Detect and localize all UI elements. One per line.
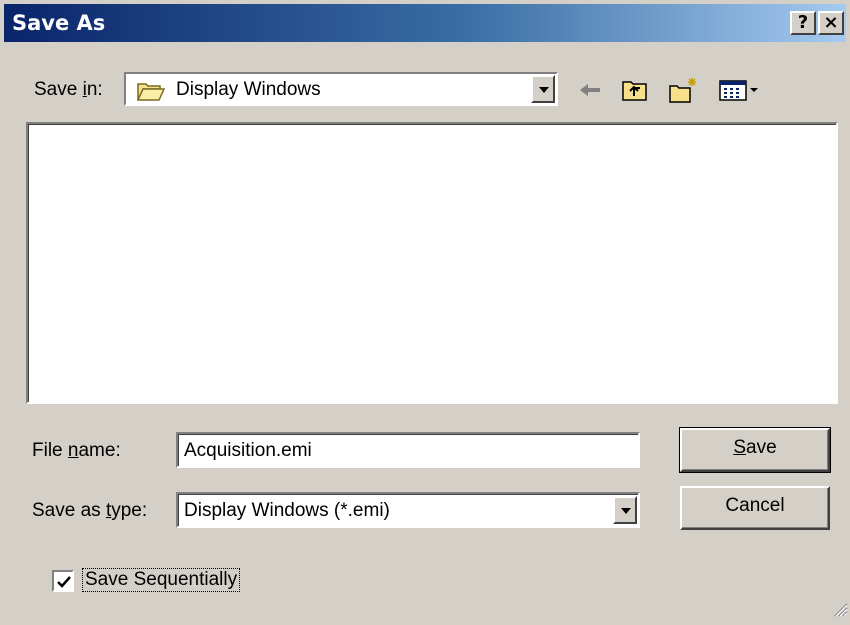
up-folder-icon[interactable] — [620, 76, 650, 104]
save-as-type-value: Display Windows (*.emi) — [184, 500, 390, 521]
folder-icon — [136, 80, 166, 108]
save-as-dialog: Save As ? × Save in: Display Windows Fil… — [0, 0, 850, 625]
close-button[interactable]: × — [818, 11, 844, 35]
save-sequentially-label[interactable]: Save Sequentially — [82, 568, 241, 592]
resize-grip-icon[interactable] — [830, 599, 848, 623]
save-as-type-dropdown-button[interactable] — [613, 496, 637, 524]
save-in-value: Display Windows — [176, 79, 321, 100]
view-menu-icon[interactable] — [718, 76, 766, 104]
file-list[interactable] — [26, 122, 838, 404]
save-in-dropdown-button[interactable] — [531, 75, 555, 103]
save-as-type-label: Save as type: — [32, 500, 148, 521]
file-name-label: File name: — [32, 440, 121, 461]
save-in-label: Save in: — [34, 79, 103, 100]
new-folder-icon[interactable] — [668, 76, 698, 104]
title-bar[interactable]: Save As ? × — [4, 4, 846, 42]
help-button[interactable]: ? — [790, 11, 816, 35]
chevron-down-icon — [539, 87, 549, 93]
file-name-input[interactable]: Acquisition.emi — [176, 432, 640, 468]
save-button[interactable]: Save — [679, 427, 831, 473]
chevron-down-icon — [621, 508, 631, 514]
back-arrow-icon[interactable] — [576, 76, 606, 104]
save-sequentially-checkbox[interactable] — [52, 570, 74, 592]
cancel-button[interactable]: Cancel — [680, 486, 830, 530]
file-name-value: Acquisition.emi — [184, 440, 312, 461]
save-as-type-dropdown[interactable]: Display Windows (*.emi) — [176, 492, 640, 528]
save-in-dropdown[interactable]: Display Windows — [124, 72, 558, 106]
checkmark-icon — [57, 576, 71, 588]
window-title: Save As — [12, 11, 106, 35]
